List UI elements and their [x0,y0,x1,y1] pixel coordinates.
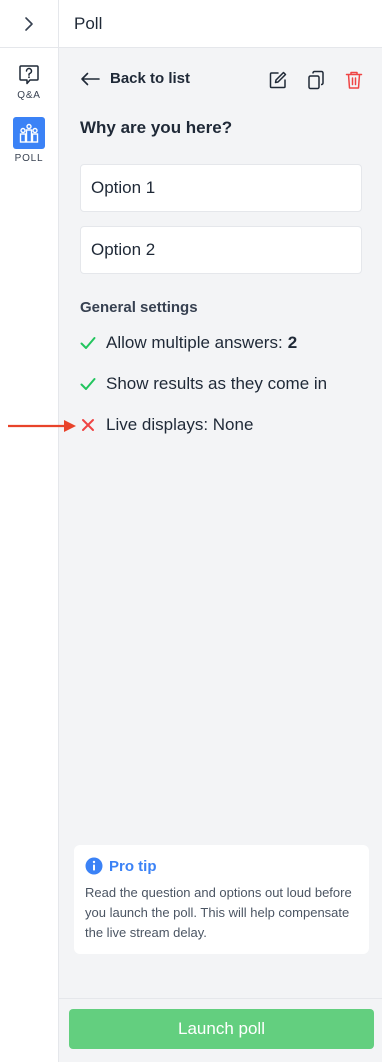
sidebar-item-label: Q&A [17,90,41,101]
edit-icon [269,71,287,89]
poll-actions [266,68,366,92]
sidebar-item-label: POLL [14,153,44,164]
setting-label: Allow multiple answers: [106,333,283,352]
launch-poll-button[interactable]: Launch poll [69,1009,374,1049]
setting-label: Live displays: None [106,415,254,434]
close-icon [80,417,96,433]
info-icon [85,857,103,875]
question-bubble-icon [19,65,39,85]
poll-option[interactable]: Option 1 [80,164,362,212]
pro-tip-card: Pro tip Read the question and options ou… [74,845,369,954]
setting-multiple-answers: Allow multiple answers: 2 [80,333,297,353]
expand-sidebar-button[interactable] [0,0,58,48]
sidebar-item-qa[interactable]: Q&A [0,64,58,101]
poll-editor: Back to list Why are you here? Option 1 [59,48,382,998]
poll-question: Why are you here? [80,118,233,137]
setting-live-displays: Live displays: None [80,415,253,435]
pro-tip-text: Read the question and options out loud b… [85,885,352,940]
poll-icon [19,123,39,143]
arrow-left-icon [81,72,100,85]
setting-value: 2 [287,333,298,352]
header: Poll [59,0,382,48]
back-to-list-link[interactable]: Back to list [80,70,190,87]
general-settings-title: General settings [80,299,198,316]
page-title: Poll [74,13,103,33]
delete-button[interactable] [342,68,366,92]
chevron-right-icon [25,16,33,31]
edit-button[interactable] [266,68,290,92]
sidebar-item-poll[interactable]: POLL [0,117,58,164]
setting-show-results: Show results as they come in [80,374,327,394]
check-icon [80,376,96,392]
left-rail: Q&A POLL [0,0,59,1062]
delete-icon [345,71,363,89]
setting-label: Show results as they come in [106,374,328,393]
footer: Launch poll [59,998,382,1062]
poll-option[interactable]: Option 2 [80,226,362,274]
duplicate-button[interactable] [304,68,328,92]
annotation-arrow-icon [8,420,76,432]
check-icon [80,335,96,351]
pro-tip-title: Pro tip [109,857,157,875]
duplicate-icon [308,70,324,90]
